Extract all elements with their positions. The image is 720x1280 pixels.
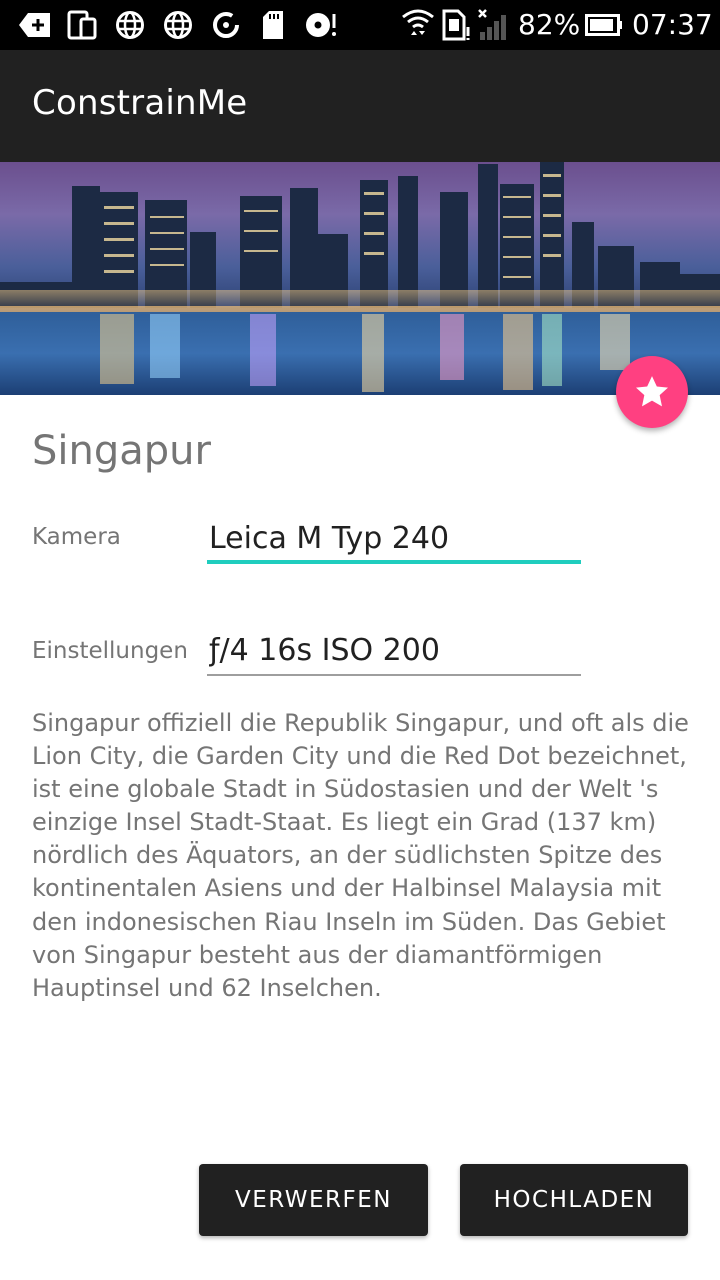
- disc-icon: [304, 9, 340, 41]
- sd-card-icon: [258, 9, 288, 41]
- phone-tablet-icon: [66, 9, 98, 41]
- favorite-fab[interactable]: [616, 356, 688, 428]
- discard-button[interactable]: VERWERFEN: [199, 1164, 428, 1236]
- camera-label: Kamera: [32, 524, 121, 550]
- battery-icon: [584, 9, 624, 41]
- back-plus-icon: [18, 9, 52, 41]
- singapore-skyline-image: [0, 162, 720, 395]
- signal-icon: [476, 6, 510, 44]
- battery-percent: 82%: [518, 8, 581, 41]
- status-bar: 82% 07:37: [0, 0, 720, 50]
- globe-icon: [114, 9, 146, 41]
- camera-input[interactable]: [207, 512, 581, 564]
- hero-image: [0, 162, 720, 395]
- clock: 07:37: [632, 8, 713, 41]
- place-title: Singapur: [32, 428, 211, 474]
- camera-underline: [207, 560, 581, 564]
- settings-field[interactable]: [207, 624, 581, 676]
- wifi-icon: [400, 6, 436, 44]
- globe-icon: [162, 9, 194, 41]
- sim-icon: [442, 9, 472, 41]
- settings-input[interactable]: [207, 624, 581, 676]
- app-title: ConstrainMe: [32, 83, 248, 123]
- sync-icon: [210, 9, 242, 41]
- app-bar: ConstrainMe: [0, 50, 720, 162]
- camera-field[interactable]: [207, 512, 581, 564]
- star-icon: [636, 376, 668, 407]
- settings-underline: [207, 674, 581, 676]
- settings-label: Einstellungen: [32, 638, 188, 664]
- upload-button[interactable]: HOCHLADEN: [460, 1164, 688, 1236]
- description-text: Singapur offiziell die Republik Singapur…: [32, 709, 689, 1002]
